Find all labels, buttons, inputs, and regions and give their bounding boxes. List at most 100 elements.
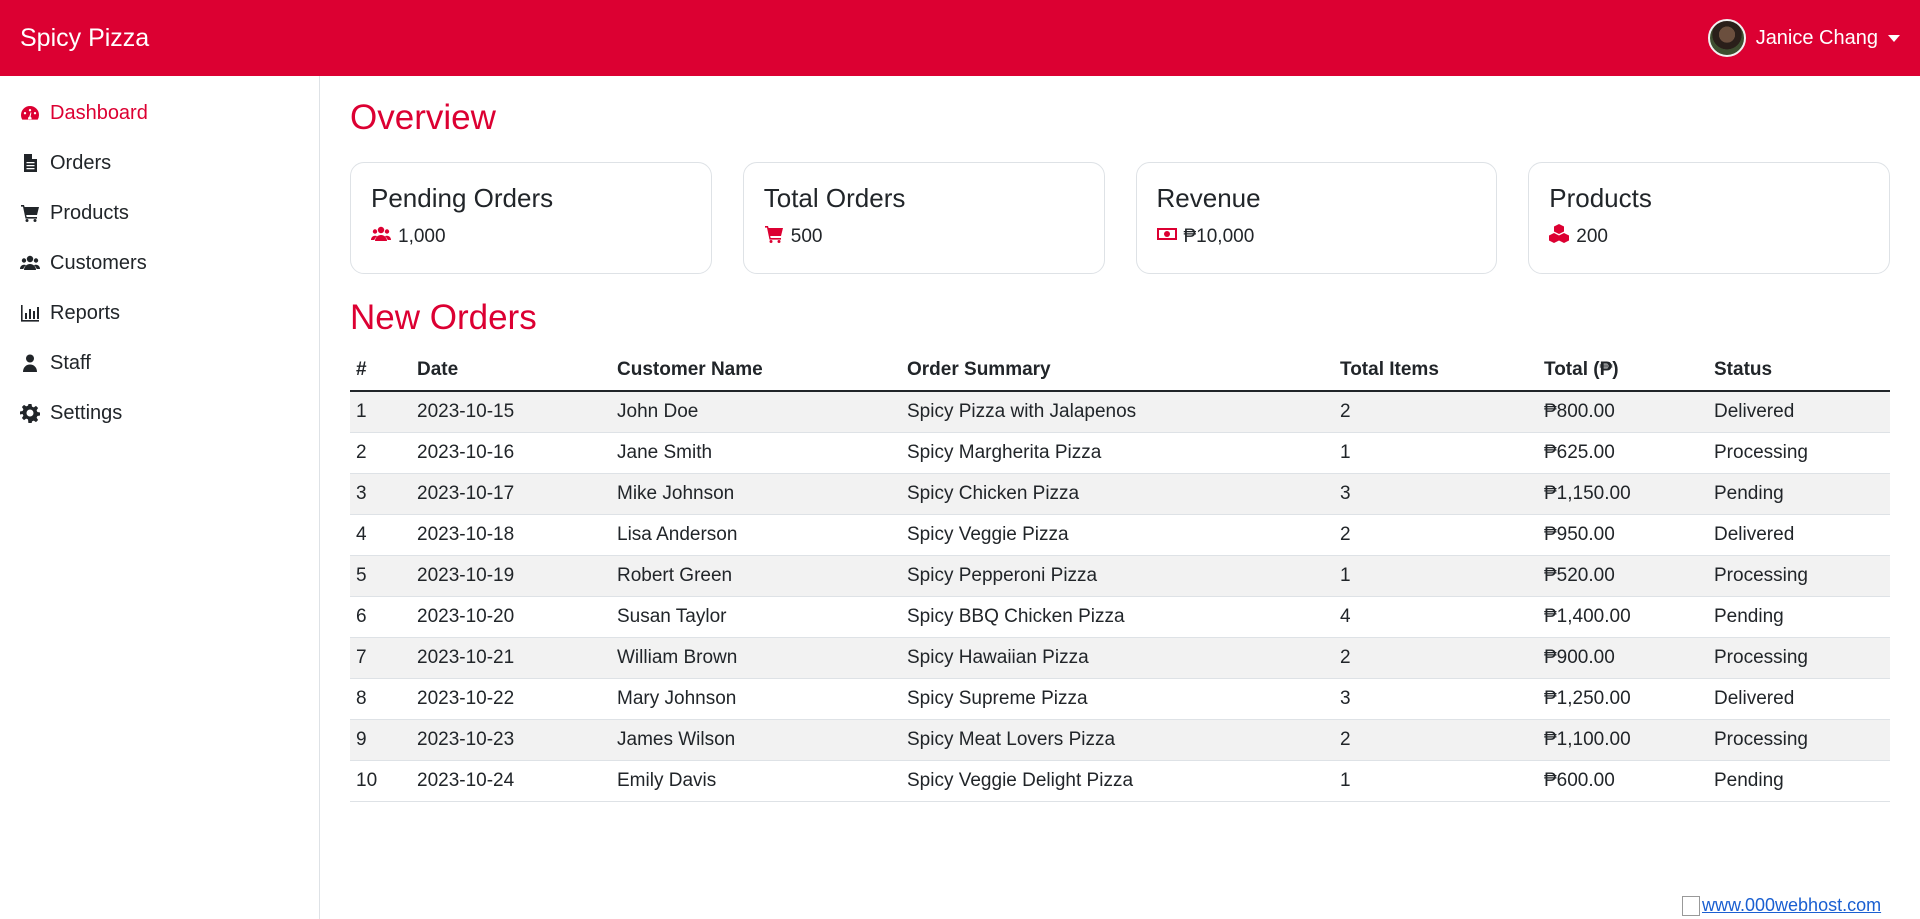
table-cell: 2023-10-19	[411, 555, 611, 597]
table-cell: Spicy BBQ Chicken Pizza	[901, 596, 1334, 638]
table-row: 2 2023-10-16 Jane Smith Spicy Margherita Pi…	[350, 432, 1890, 474]
bar-chart-icon	[20, 303, 50, 323]
table-cell: William Brown	[611, 637, 901, 679]
card-value: 1,000	[398, 226, 446, 247]
table-cell: 1	[1334, 432, 1538, 474]
card-value-row: 200	[1549, 224, 1869, 250]
table-cell: Jane Smith	[611, 432, 901, 474]
card-value-row: ₱10,000	[1156, 224, 1477, 250]
table-cell: 1	[1334, 760, 1538, 802]
sidebar-item-label: Dashboard	[50, 101, 148, 124]
hosting-link[interactable]: www.000webhost.com	[1682, 895, 1881, 917]
table-cell: Pending	[1708, 596, 1890, 638]
card-value: 500	[790, 226, 823, 247]
caret-down-icon	[1888, 34, 1900, 42]
table-cell: 3	[350, 473, 411, 515]
user-name: Janice Chang	[1755, 26, 1878, 49]
sidebar-item-dashboard[interactable]: Dashboard	[0, 88, 319, 138]
table-cell: 2023-10-17	[411, 473, 611, 515]
column-header: Status	[1708, 350, 1890, 392]
table-cell: Emily Davis	[611, 760, 901, 802]
card-title: Pending Orders	[371, 183, 554, 213]
table-cell: 2	[1334, 391, 1538, 433]
sidebar-item-staff[interactable]: Staff	[0, 338, 319, 388]
user-menu-toggle[interactable]: Janice Chang	[1707, 19, 1900, 57]
table-cell: Spicy Supreme Pizza	[901, 678, 1334, 720]
column-header: Total (₱)	[1538, 350, 1708, 392]
table-cell: Spicy Veggie Pizza	[901, 514, 1334, 556]
table-cell: Lisa Anderson	[611, 514, 901, 556]
column-header: Total Items	[1334, 350, 1538, 392]
card-title: Total Orders	[763, 183, 906, 213]
sidebar-item-orders[interactable]: Orders	[0, 138, 319, 188]
table-cell: 2	[1334, 637, 1538, 679]
table-cell: ₱900.00	[1538, 637, 1708, 679]
dashboard-icon	[20, 103, 50, 123]
main-content: Overview Pending Orders 1,000 Total Orde…	[350, 76, 1890, 802]
table-row: 9 2023-10-23 James Wilson Spicy Meat Lovers…	[350, 719, 1890, 761]
gear-icon	[20, 403, 50, 423]
table-cell: 9	[350, 719, 411, 761]
table-cell: ₱1,250.00	[1538, 678, 1708, 720]
column-header: Date	[411, 350, 611, 392]
table-cell: Processing	[1708, 719, 1890, 761]
table-cell: 1	[1334, 555, 1538, 597]
table-cell: Delivered	[1708, 391, 1890, 433]
orders-table-body: 1 2023-10-15 John Doe Spicy Pizza with Jala…	[350, 391, 1890, 802]
sidebar-item-label: Orders	[50, 151, 112, 174]
table-cell: 10	[350, 760, 411, 802]
sidebar-item-label: Customers	[50, 251, 147, 274]
file-icon	[20, 153, 50, 173]
table-header-row: # Date Customer Name Order Summary Total…	[350, 350, 1890, 392]
table-cell: Processing	[1708, 637, 1890, 679]
pending-orders-card: Pending Orders 1,000	[350, 162, 712, 274]
broken-image-icon	[1682, 896, 1700, 917]
table-cell: 2023-10-20	[411, 596, 611, 638]
revenue-card: Revenue ₱10,000	[1135, 162, 1498, 274]
table-row: 3 2023-10-17 Mike Johnson Spicy Chicken Piz…	[350, 473, 1890, 515]
table-cell: 2023-10-22	[411, 678, 611, 720]
table-cell: Mike Johnson	[611, 473, 901, 515]
table-row: 6 2023-10-20 Susan Taylor Spicy BBQ Chicken…	[350, 596, 1890, 638]
table-cell: Susan Taylor	[611, 596, 901, 638]
table-cell: Processing	[1708, 432, 1890, 474]
table-row: 4 2023-10-18 Lisa Anderson Spicy Veggie Piz…	[350, 514, 1890, 556]
sidebar-item-reports[interactable]: Reports	[0, 288, 319, 338]
cubes-icon	[1549, 224, 1576, 250]
users-icon	[371, 224, 398, 250]
table-cell: 2	[1334, 514, 1538, 556]
table-cell: 2023-10-24	[411, 760, 611, 802]
users-icon	[20, 253, 50, 273]
table-cell: ₱600.00	[1538, 760, 1708, 802]
stats-cards: Pending Orders 1,000 Total Orders 500 Re…	[350, 162, 1890, 274]
table-cell: 4	[350, 514, 411, 556]
sidebar-item-label: Reports	[50, 301, 121, 324]
table-cell: 7	[350, 637, 411, 679]
sidebar-item-products[interactable]: Products	[0, 188, 319, 238]
table-cell: 2	[350, 432, 411, 474]
table-cell: ₱800.00	[1538, 391, 1708, 433]
table-cell: Robert Green	[611, 555, 901, 597]
table-cell: 2023-10-16	[411, 432, 611, 474]
table-cell: 2023-10-15	[411, 391, 611, 433]
column-header: Order Summary	[901, 350, 1334, 392]
card-title: Products	[1549, 183, 1652, 213]
table-cell: 3	[1334, 678, 1538, 720]
table-cell: Delivered	[1708, 514, 1890, 556]
brand-link[interactable]: Spicy Pizza	[20, 24, 149, 53]
table-cell: 5	[350, 555, 411, 597]
table-cell: 2023-10-21	[411, 637, 611, 679]
table-cell: Spicy Pizza with Jalapenos	[901, 391, 1334, 433]
table-cell: ₱625.00	[1538, 432, 1708, 474]
table-cell: Spicy Pepperoni Pizza	[901, 555, 1334, 597]
sidebar-item-settings[interactable]: Settings	[0, 388, 319, 438]
card-value: 200	[1576, 226, 1608, 247]
table-cell: ₱520.00	[1538, 555, 1708, 597]
table-cell: Mary Johnson	[611, 678, 901, 720]
table-cell: 3	[1334, 473, 1538, 515]
products-card: Products 200	[1528, 162, 1890, 274]
table-cell: 2023-10-23	[411, 719, 611, 761]
column-header: #	[350, 350, 411, 392]
sidebar-item-customers[interactable]: Customers	[0, 238, 319, 288]
table-cell: 1	[350, 391, 411, 433]
